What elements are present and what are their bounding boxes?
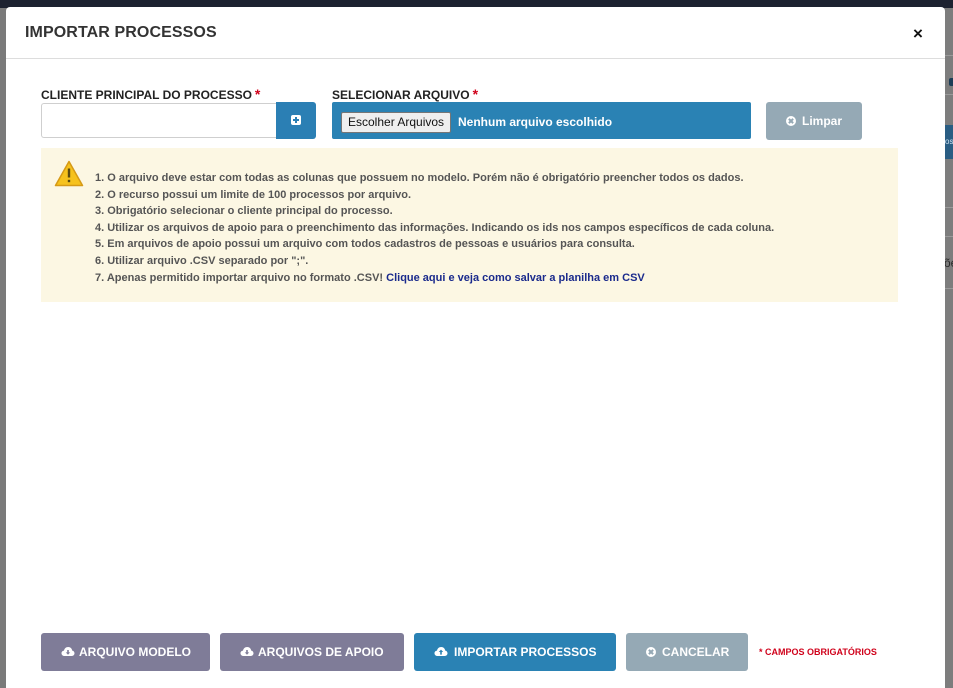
background-divider (945, 236, 953, 237)
required-mark: * (472, 86, 479, 102)
client-input[interactable] (41, 103, 276, 138)
client-label: CLIENTE PRINCIPAL DO PROCESSO * (41, 86, 260, 102)
import-modal: IMPORTAR PROCESSOS × CLIENTE PRINCIPAL D… (6, 7, 945, 688)
instruction-item: 2. O recurso possui um limite de 100 pro… (95, 188, 412, 201)
close-button[interactable]: × (911, 25, 925, 43)
instructions-list: 1. O arquivo deve estar com todas as col… (95, 170, 774, 286)
import-processes-button[interactable]: IMPORTAR PROCESSOS (414, 633, 616, 671)
csv-help-link[interactable]: Clique aqui e veja como salvar a planilh… (386, 272, 645, 284)
client-label-text: CLIENTE PRINCIPAL DO PROCESSO (41, 88, 252, 102)
close-circle-icon (786, 116, 796, 126)
choose-file-button[interactable]: Escolher Arquivos (341, 112, 452, 133)
instruction-item: 3. Obrigatório selecionar o cliente prin… (95, 205, 393, 218)
modal-header: IMPORTAR PROCESSOS × (6, 7, 945, 59)
file-label-text: SELECIONAR ARQUIVO (332, 88, 470, 102)
cloud-download-icon (61, 647, 75, 656)
clear-button[interactable]: Limpar (766, 102, 862, 140)
file-label: SELECIONAR ARQUIVO * (332, 86, 478, 102)
warning-icon (54, 160, 84, 187)
required-fields-note: * CAMPOS OBRIGATÓRIOS (759, 647, 877, 657)
background-text: õe (944, 256, 953, 270)
download-support-button[interactable]: ARQUIVOS DE APOIO (220, 633, 404, 671)
add-client-button[interactable] (276, 102, 316, 139)
close-circle-icon (646, 647, 656, 657)
cloud-upload-icon (434, 647, 448, 656)
instructions-alert: 1. O arquivo deve estar com todas as col… (41, 148, 898, 302)
background-blue-header: os (945, 125, 953, 159)
background-divider (945, 55, 953, 56)
required-mark: * (254, 86, 261, 102)
instruction-item: 4. Utilizar os arquivos de apoio para o … (95, 221, 775, 234)
download-model-label: ARQUIVO MODELO (79, 645, 192, 659)
cancel-button[interactable]: CANCELAR (626, 633, 748, 671)
background-page (945, 8, 953, 688)
instruction-item: 6. Utilizar arquivo .CSV separado por ";… (95, 254, 309, 267)
download-model-button[interactable]: ARQUIVO MODELO (41, 633, 210, 671)
file-status: Nenhum arquivo escolhido (458, 115, 613, 129)
modal-title: IMPORTAR PROCESSOS (25, 24, 217, 41)
background-divider (945, 207, 953, 208)
plus-square-icon (291, 115, 301, 125)
instruction-item: 5. Em arquivos de apoio possui um arquiv… (95, 238, 635, 251)
instruction-item-last: 7. Apenas permitido importar arquivo no … (95, 270, 774, 287)
background-button-edge (949, 78, 953, 86)
import-processes-label: IMPORTAR PROCESSOS (454, 645, 597, 659)
download-support-label: ARQUIVOS DE APOIO (258, 645, 384, 659)
file-input[interactable]: Escolher Arquivos Nenhum arquivo escolhi… (332, 102, 751, 139)
background-divider (945, 288, 953, 289)
cancel-button-label: CANCELAR (662, 645, 730, 659)
cloud-download-icon (240, 647, 254, 656)
instruction-item: 7. Apenas permitido importar arquivo no … (95, 271, 384, 284)
instruction-item: 1. O arquivo deve estar com todas as col… (95, 172, 744, 184)
clear-button-label: Limpar (802, 114, 843, 128)
background-divider (945, 94, 953, 95)
